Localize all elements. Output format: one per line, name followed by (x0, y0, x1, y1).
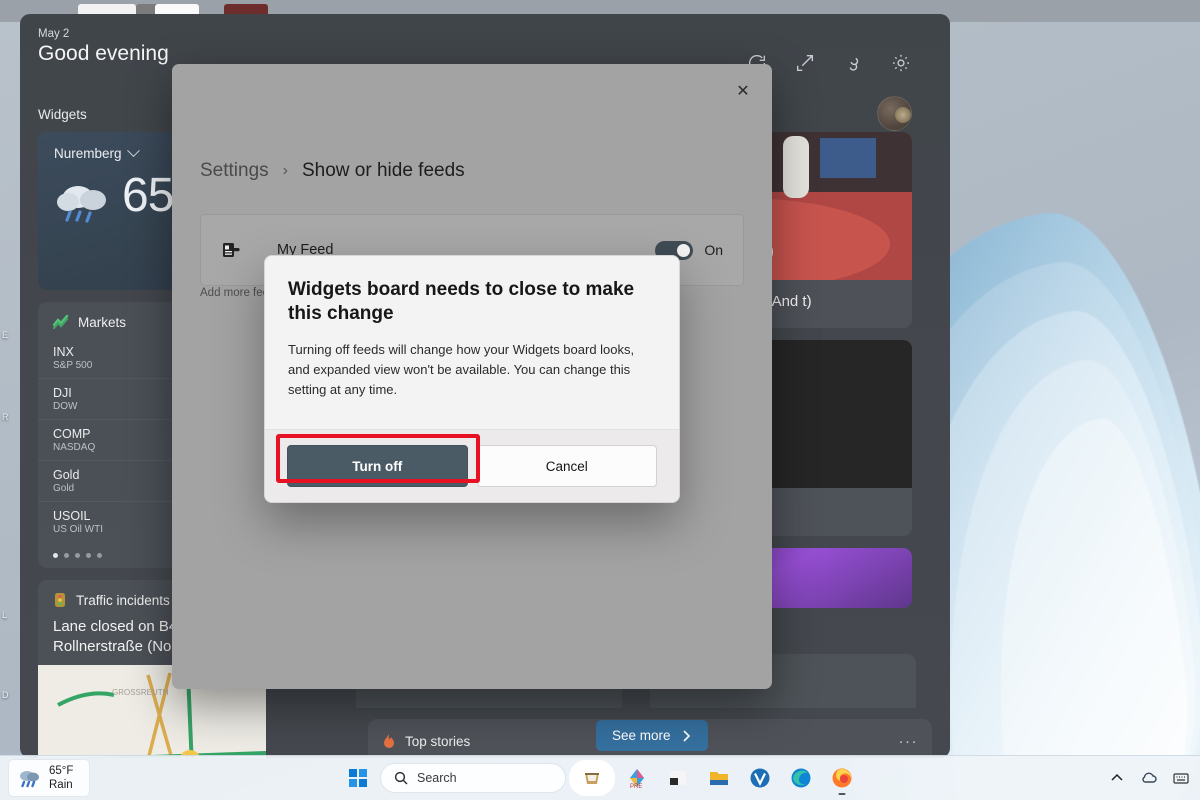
confirm-dialog: Widgets board needs to close to make thi… (264, 255, 680, 503)
svg-text:PRE: PRE (630, 784, 642, 789)
microsoft-edge-icon (790, 767, 812, 789)
toggle-knob (677, 244, 690, 257)
folder-icon (708, 767, 730, 789)
taskbar-app-copilot[interactable]: PRE (618, 760, 656, 796)
file-manager-icon (667, 767, 689, 789)
desktop-icon-label: E (2, 330, 8, 340)
start-button[interactable] (339, 760, 377, 796)
desktop-icon-label: L (2, 610, 7, 620)
cancel-button[interactable]: Cancel (477, 445, 658, 487)
firefox-icon (831, 767, 853, 789)
feed-document-icon (221, 240, 241, 260)
close-icon[interactable]: ✕ (728, 76, 758, 106)
search-icon (394, 771, 408, 785)
taskbar-weather-condition: Rain (49, 778, 73, 792)
breadcrumb-current-page: Show or hide feeds (302, 160, 465, 182)
windows-logo-icon (349, 769, 367, 787)
copilot-icon: PRE (626, 767, 648, 789)
desktop-icon-label: R (2, 412, 9, 422)
widget-preview-icon (581, 767, 603, 789)
turn-off-button[interactable]: Turn off (287, 445, 468, 487)
desktop-icon-label: D (2, 690, 9, 700)
v-app-icon (749, 767, 771, 789)
breadcrumb-settings-link[interactable]: Settings (200, 160, 269, 182)
app-running-indicator (839, 793, 846, 796)
show-hidden-icons-chevron[interactable] (1108, 769, 1126, 787)
dialog-footer: Turn off Cancel (265, 429, 679, 502)
rain-cloud-icon (18, 768, 40, 788)
toggle-state-label: On (704, 242, 723, 258)
taskbar-weather-temperature: 65°F (49, 764, 73, 778)
taskbar-app-file-explorer[interactable] (700, 760, 738, 796)
onedrive-cloud-icon[interactable] (1140, 769, 1158, 787)
taskbar-app-firefox[interactable] (823, 760, 861, 796)
chevron-right-icon: › (283, 162, 288, 180)
taskbar-app-file-manager[interactable] (659, 760, 697, 796)
taskbar-weather-widget[interactable]: 65°F Rain (8, 759, 90, 798)
search-placeholder: Search (417, 771, 457, 785)
breadcrumb: Settings › Show or hide feeds (200, 160, 465, 182)
taskbar-app-widget-preview[interactable] (569, 760, 615, 796)
system-tray (1108, 769, 1190, 787)
dialog-title: Widgets board needs to close to make thi… (288, 278, 656, 326)
search-input[interactable]: Search (380, 763, 566, 793)
keyboard-layout-icon[interactable] (1172, 769, 1190, 787)
taskbar-app-edge[interactable] (782, 760, 820, 796)
taskbar-app-v[interactable] (741, 760, 779, 796)
dialog-body-text: Turning off feeds will change how your W… (288, 340, 656, 400)
taskbar: 65°F Rain Search (0, 755, 1200, 800)
taskbar-center-group: Search PRE (339, 760, 861, 796)
